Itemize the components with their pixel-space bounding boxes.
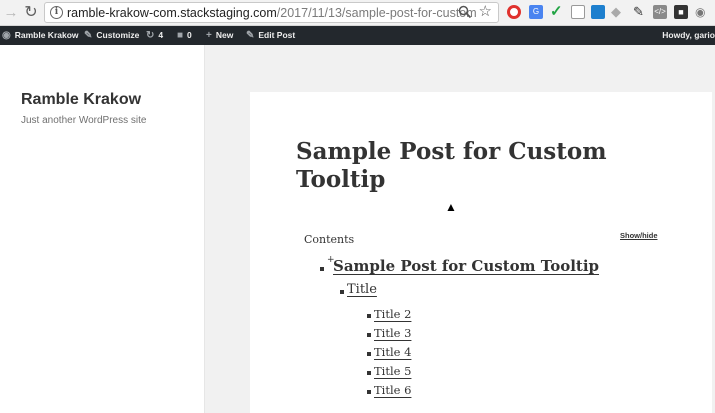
admin-bar-new-link[interactable]: + New — [206, 26, 233, 45]
bullet-icon — [367, 333, 371, 337]
admin-bar-edit-post-label: Edit Post — [258, 30, 296, 40]
admin-bar-edit-post-link[interactable]: ✎ Edit Post — [246, 26, 295, 45]
toc-item: Title — [340, 282, 377, 297]
toc-link[interactable]: Title 6 — [374, 383, 411, 397]
check-extension-icon[interactable]: ✓ — [550, 4, 564, 19]
brush-icon: ✎ — [84, 30, 93, 41]
trello-extension-icon[interactable] — [591, 5, 605, 19]
comment-icon: ■ — [177, 30, 184, 41]
url-text[interactable]: ramble-krakow-com.stackstaging.com/2017/… — [67, 6, 477, 20]
admin-bar-site-link[interactable]: ◉ Ramble Krakow — [2, 26, 79, 45]
plus-icon: + — [206, 30, 212, 41]
mouse-cursor-icon: ▲ — [445, 200, 457, 214]
admin-bar-customize-label: Customize — [96, 30, 140, 40]
admin-bar-new-label: New — [215, 30, 234, 40]
tag-extension-icon[interactable]: ◆ — [611, 5, 625, 19]
pencil-icon: ✎ — [246, 30, 255, 41]
camera-extension-icon[interactable]: ◉ — [695, 5, 709, 19]
bullet-icon — [340, 290, 344, 294]
admin-bar-customize-link[interactable]: ✎ Customize — [84, 26, 139, 45]
toc-link[interactable]: Title 5 — [374, 364, 411, 378]
search-icon[interactable] — [458, 5, 472, 19]
toc-item: Title 2 — [367, 307, 411, 321]
toc-item: Title 3 — [367, 326, 411, 340]
translate-extension-icon[interactable]: G — [529, 5, 543, 19]
reload-icon[interactable]: ↻ — [22, 4, 40, 22]
admin-bar-updates-link[interactable]: ↻ 4 — [146, 26, 163, 45]
admin-bar-site-label: Ramble Krakow — [14, 30, 79, 40]
site-description: Just another WordPress site — [21, 115, 147, 126]
admin-bar-comments-count: 0 — [187, 30, 192, 40]
site-sidebar: Ramble Krakow Just another WordPress sit… — [0, 45, 205, 413]
code-extension-icon[interactable]: </> — [653, 5, 667, 19]
bookmark-star-icon[interactable]: ☆ — [479, 3, 492, 21]
toc-link[interactable]: Sample Post for Custom Tooltip — [333, 257, 599, 275]
url-path: /2017/11/13/sample-post-for-custom-to... — [276, 6, 477, 20]
toc-item: Title 5 — [367, 364, 411, 378]
site-title[interactable]: Ramble Krakow — [21, 91, 141, 109]
toc-item: Title 4 — [367, 345, 411, 359]
bullet-icon — [367, 371, 371, 375]
dashboard-icon: ◉ — [2, 30, 11, 41]
bullet-icon — [367, 352, 371, 356]
opera-extension-icon[interactable] — [507, 5, 521, 19]
post-title: Sample Post for Custom Tooltip — [296, 138, 607, 193]
info-icon[interactable]: i — [50, 6, 63, 19]
address-bar[interactable]: i ramble-krakow-com.stackstaging.com/201… — [44, 2, 499, 23]
bullet-icon — [320, 267, 324, 271]
url-host: ramble-krakow-com.stackstaging.com — [67, 6, 277, 20]
toc-link[interactable]: Title — [347, 282, 377, 297]
updates-icon: ↻ — [146, 30, 155, 41]
box-extension-icon[interactable] — [571, 5, 585, 19]
toc-item: Title 6 — [367, 383, 411, 397]
toc-expand-marker[interactable]: + — [327, 255, 335, 265]
wp-admin-bar: ◉ Ramble Krakow ✎ Customize ↻ 4 ■ 0 + New ✎ Ed… — [0, 26, 715, 45]
browser-toolbar: → ↻ i ramble-krakow-com.stackstaging.com… — [0, 0, 715, 26]
pen-extension-icon[interactable]: ✎ — [633, 5, 647, 19]
bullet-icon — [367, 314, 371, 318]
admin-bar-comments-link[interactable]: ■ 0 — [177, 26, 192, 45]
toc-link[interactable]: Title 4 — [374, 345, 411, 359]
toc-show-hide-link[interactable]: Show/hide — [620, 231, 658, 240]
bullet-icon — [367, 390, 371, 394]
toc-link[interactable]: Title 3 — [374, 326, 411, 340]
back-arrow-icon[interactable]: → — [2, 4, 20, 22]
post-content: Sample Post for Custom Tooltip ▲ Content… — [250, 92, 712, 413]
toc-label: Contents — [304, 233, 355, 246]
dark-extension-icon[interactable]: ■ — [674, 5, 688, 19]
toc-link[interactable]: Title 2 — [374, 307, 411, 321]
admin-bar-account-link[interactable]: Howdy, gario — [662, 26, 715, 45]
admin-bar-updates-count: 4 — [158, 30, 164, 40]
toc-item: + Sample Post for Custom Tooltip — [320, 255, 599, 275]
